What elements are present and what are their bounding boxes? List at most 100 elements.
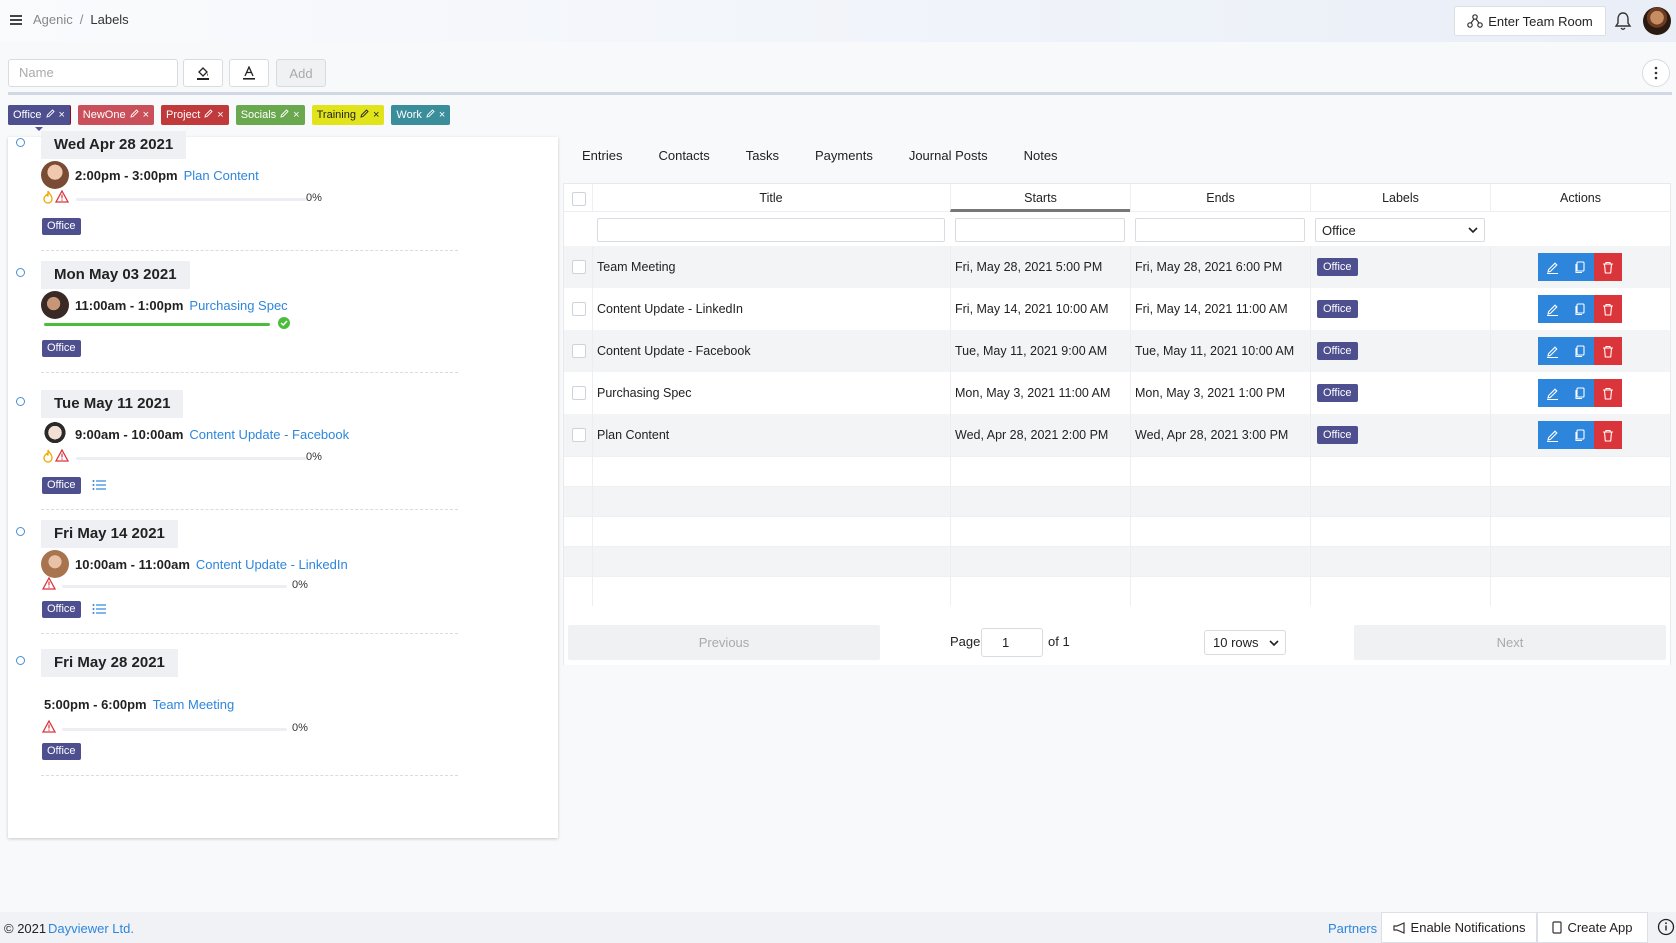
label-name-input[interactable]: Name [8,59,178,87]
delete-button[interactable] [1594,337,1622,365]
starts-filter-input[interactable] [955,218,1125,242]
pencil-icon[interactable] [426,109,435,121]
label-badge[interactable]: Office [42,601,81,618]
edit-button[interactable] [1538,253,1566,281]
text-color-button[interactable] [229,59,269,87]
label-chip-socials[interactable]: Socials × [235,105,305,125]
label-badge[interactable]: Office [42,477,81,494]
copy-button[interactable] [1566,253,1594,281]
pencil-icon[interactable] [45,109,55,121]
delete-button[interactable] [1594,421,1622,449]
pencil-icon[interactable] [129,109,139,121]
close-icon[interactable]: × [439,109,445,121]
entry-title-link[interactable]: Team Meeting [153,697,235,712]
row-label-badge[interactable]: Office [1317,300,1358,318]
label-chip-office[interactable]: Office × [8,105,70,131]
close-icon[interactable]: × [59,109,65,121]
table-row[interactable]: Plan Content Wed, Apr 28, 2021 2:00 PM Wed… [564,414,1670,456]
more-options-button[interactable] [1642,59,1670,87]
info-icon[interactable] [1657,918,1675,936]
edit-button[interactable] [1538,295,1566,323]
delete-button[interactable] [1594,379,1622,407]
breadcrumb: Agenic / Labels [10,12,129,27]
partners-link[interactable]: Partners [1328,921,1377,936]
trash-icon [1603,429,1613,442]
checklist-icon[interactable] [92,479,106,491]
label-chip-project[interactable]: Project × [161,105,229,125]
entry-title-link[interactable]: Content Update - LinkedIn [196,557,348,572]
copy-icon [1575,344,1585,357]
header-ends[interactable]: Ends [1130,184,1310,212]
close-icon[interactable]: × [293,109,299,121]
edit-button[interactable] [1538,379,1566,407]
entry-title-link[interactable]: Plan Content [184,168,259,183]
close-icon[interactable]: × [373,109,379,121]
rows-per-page-select[interactable]: 10 rows [1204,630,1286,655]
checklist-icon[interactable] [92,603,106,615]
row-checkbox[interactable] [572,260,586,274]
copy-button[interactable] [1566,295,1594,323]
row-checkbox[interactable] [572,344,586,358]
row-checkbox[interactable] [572,386,586,400]
label-badge[interactable]: Office [42,340,81,357]
fire-icon [42,190,54,207]
user-avatar[interactable] [1643,7,1671,35]
delete-button[interactable] [1594,295,1622,323]
table-row[interactable]: Purchasing Spec Mon, May 3, 2021 11:00 AM… [564,372,1670,414]
row-checkbox[interactable] [572,302,586,316]
labels-filter-select[interactable]: Office [1315,218,1485,242]
header-title[interactable]: Title [592,184,950,212]
label-badge[interactable]: Office [42,743,81,760]
row-checkbox[interactable] [572,428,586,442]
fill-color-button[interactable] [183,59,223,87]
label-chip-newone[interactable]: NewOne × [77,105,155,125]
row-label-badge[interactable]: Office [1317,342,1358,360]
tab-contacts[interactable]: Contacts [658,148,709,163]
tab-notes[interactable]: Notes [1024,148,1058,163]
label-chip-training[interactable]: Training × [311,105,385,125]
company-link[interactable]: Dayviewer Ltd. [48,921,134,936]
tab-payments[interactable]: Payments [815,148,873,163]
close-icon[interactable]: × [143,109,149,121]
select-all-checkbox[interactable] [572,192,586,206]
hamburger-menu-icon[interactable] [10,14,24,25]
pencil-icon[interactable] [204,109,213,121]
label-badge[interactable]: Office [42,218,81,235]
tab-tasks[interactable]: Tasks [746,148,779,163]
header-starts[interactable]: Starts [950,184,1130,212]
close-icon[interactable]: × [217,109,223,121]
pencil-icon[interactable] [360,109,369,121]
edit-button[interactable] [1538,421,1566,449]
copy-button[interactable] [1566,337,1594,365]
label-chip-work[interactable]: Work × [391,105,451,125]
tab-entries[interactable]: Entries [582,148,622,163]
delete-button[interactable] [1594,253,1622,281]
copy-button[interactable] [1566,421,1594,449]
breadcrumb-root[interactable]: Agenic [33,12,73,27]
header-labels[interactable]: Labels [1310,184,1490,212]
row-label-badge[interactable]: Office [1317,258,1358,276]
entry-title-link[interactable]: Purchasing Spec [189,298,287,313]
pencil-icon[interactable] [280,109,289,121]
title-filter-input[interactable] [597,218,945,242]
row-label-badge[interactable]: Office [1317,426,1358,444]
table-row[interactable]: Content Update - Facebook Tue, May 11, 20… [564,330,1670,372]
row-label-badge[interactable]: Office [1317,384,1358,402]
page-number-input[interactable]: 1 [981,628,1043,657]
tab-journal-posts[interactable]: Journal Posts [909,148,988,163]
entry-title-link[interactable]: Content Update - Facebook [189,427,349,442]
chevron-down-icon [1468,227,1478,233]
table-row[interactable]: Content Update - LinkedIn Fri, May 14, 20… [564,288,1670,330]
ends-filter-input[interactable] [1135,218,1305,242]
timeline-entry-row: 9:00am - 10:00am Content Update - Faceboo… [41,420,349,448]
enable-notifications-button[interactable]: Enable Notifications [1381,912,1537,943]
enter-team-room-button[interactable]: Enter Team Room [1454,6,1606,36]
previous-page-button[interactable]: Previous [568,625,880,660]
create-app-button[interactable]: Create App [1537,912,1648,943]
table-row[interactable]: Team Meeting Fri, May 28, 2021 5:00 PM Fri… [564,246,1670,288]
edit-button[interactable] [1538,337,1566,365]
bell-icon[interactable] [1614,11,1632,31]
add-label-button[interactable]: Add [276,59,326,87]
copy-button[interactable] [1566,379,1594,407]
next-page-button[interactable]: Next [1354,625,1666,660]
